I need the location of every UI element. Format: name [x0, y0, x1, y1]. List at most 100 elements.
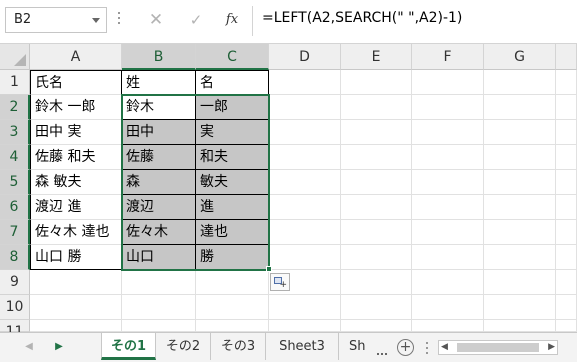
row-header-6[interactable]: 6	[0, 195, 30, 220]
cell-e11[interactable]	[341, 320, 412, 332]
row-header-3[interactable]: 3	[0, 120, 30, 145]
cancel-icon[interactable]: ✕	[143, 8, 169, 32]
cell-f3[interactable]	[412, 120, 484, 145]
row-header-4[interactable]: 4	[0, 145, 30, 170]
cell-f10[interactable]	[412, 295, 484, 320]
row-header-5[interactable]: 5	[0, 170, 30, 195]
cell-e2[interactable]	[341, 95, 412, 120]
cell-b6[interactable]: 渡辺	[122, 195, 196, 220]
cell-a3[interactable]: 田中 実	[30, 120, 122, 145]
previous-sheet-icon[interactable]: ◀	[18, 333, 40, 361]
cell-a6[interactable]: 渡辺 進	[30, 195, 122, 220]
cell-b3[interactable]: 田中	[122, 120, 196, 145]
tab-sono2[interactable]: その2	[156, 333, 211, 360]
column-header-e[interactable]: E	[341, 44, 412, 70]
cell-g7[interactable]	[484, 220, 556, 245]
cell-f1[interactable]	[412, 70, 484, 95]
row-header-2[interactable]: 2	[0, 95, 30, 120]
cell-a4[interactable]: 佐藤 和夫	[30, 145, 122, 170]
scroll-left-icon[interactable]: ◀	[441, 341, 448, 354]
cell-g4[interactable]	[484, 145, 556, 170]
add-sheet-icon[interactable]: +	[397, 339, 414, 356]
cell-h8[interactable]	[556, 245, 577, 270]
row-header-11[interactable]: 11	[0, 320, 30, 340]
cell-h11[interactable]	[556, 320, 577, 332]
cell-a10[interactable]	[30, 295, 122, 320]
cell-c7[interactable]: 達也	[196, 220, 269, 245]
cell-g6[interactable]	[484, 195, 556, 220]
cell-f11[interactable]	[412, 320, 484, 332]
cell-b2[interactable]: 鈴木	[122, 95, 196, 120]
cell-c11[interactable]	[196, 320, 269, 332]
cell-h2[interactable]	[556, 95, 577, 120]
cell-h7[interactable]	[556, 220, 577, 245]
cell-b5[interactable]: 森	[122, 170, 196, 195]
column-header-f[interactable]: F	[412, 44, 484, 70]
cell-h1[interactable]	[556, 70, 577, 95]
tab-sono1[interactable]: その1	[101, 333, 156, 360]
cell-b4[interactable]: 佐藤	[122, 145, 196, 170]
cell-e8[interactable]	[341, 245, 412, 270]
cell-b9[interactable]	[122, 270, 196, 295]
column-header-g[interactable]: G	[484, 44, 556, 70]
fill-handle[interactable]	[266, 266, 272, 272]
cell-g3[interactable]	[484, 120, 556, 145]
cell-d1[interactable]	[269, 70, 341, 95]
cell-f4[interactable]	[412, 145, 484, 170]
column-header-a[interactable]: A	[30, 44, 122, 70]
horizontal-scrollbar[interactable]: ◀ ▶	[438, 340, 558, 355]
cell-d4[interactable]	[269, 145, 341, 170]
cell-f8[interactable]	[412, 245, 484, 270]
cell-a5[interactable]: 森 敏夫	[30, 170, 122, 195]
scroll-thumb[interactable]	[457, 343, 539, 352]
column-header-h-partial[interactable]	[556, 44, 577, 70]
cell-e7[interactable]	[341, 220, 412, 245]
cell-f6[interactable]	[412, 195, 484, 220]
row-header-9[interactable]: 9	[0, 270, 30, 295]
drag-handle-icon[interactable]	[118, 12, 121, 28]
cell-h10[interactable]	[556, 295, 577, 320]
cell-d6[interactable]	[269, 195, 341, 220]
cell-d11[interactable]	[269, 320, 341, 332]
more-sheets-icon[interactable]	[377, 343, 389, 359]
cell-a1[interactable]: 氏名	[30, 70, 122, 95]
cell-f2[interactable]	[412, 95, 484, 120]
cell-c8[interactable]: 勝	[196, 245, 269, 270]
enter-icon[interactable]: ✓	[183, 8, 209, 32]
cell-e6[interactable]	[341, 195, 412, 220]
tab-sheet3[interactable]: Sheet3	[266, 333, 339, 360]
cell-h4[interactable]	[556, 145, 577, 170]
splitter-handle-icon[interactable]	[426, 342, 429, 357]
cell-c3[interactable]: 実	[196, 120, 269, 145]
scroll-right-icon[interactable]: ▶	[548, 341, 555, 354]
cell-e10[interactable]	[341, 295, 412, 320]
cell-g8[interactable]	[484, 245, 556, 270]
cell-f5[interactable]	[412, 170, 484, 195]
cell-e1[interactable]	[341, 70, 412, 95]
next-sheet-icon[interactable]: ▶	[48, 333, 70, 361]
column-header-d[interactable]: D	[269, 44, 341, 70]
cell-b11[interactable]	[122, 320, 196, 332]
cell-g5[interactable]	[484, 170, 556, 195]
name-box[interactable]: B2	[5, 7, 107, 33]
quick-analysis-button[interactable]: +	[270, 273, 290, 291]
select-all-button[interactable]	[0, 44, 30, 70]
cell-e4[interactable]	[341, 145, 412, 170]
cell-b10[interactable]	[122, 295, 196, 320]
cell-a2[interactable]: 鈴木 一郎	[30, 95, 122, 120]
tab-sono3[interactable]: その3	[211, 333, 266, 360]
cell-a11[interactable]	[30, 320, 122, 332]
row-header-8[interactable]: 8	[0, 245, 30, 270]
column-header-b[interactable]: B	[122, 44, 196, 70]
cell-d10[interactable]	[269, 295, 341, 320]
cell-e3[interactable]	[341, 120, 412, 145]
cell-g9[interactable]	[484, 270, 556, 295]
cell-b1[interactable]: 姓	[122, 70, 196, 95]
cell-d5[interactable]	[269, 170, 341, 195]
cell-h6[interactable]	[556, 195, 577, 220]
cell-c5[interactable]: 敏夫	[196, 170, 269, 195]
cell-e5[interactable]	[341, 170, 412, 195]
cell-g10[interactable]	[484, 295, 556, 320]
cell-h3[interactable]	[556, 120, 577, 145]
chevron-down-icon[interactable]	[92, 18, 100, 23]
